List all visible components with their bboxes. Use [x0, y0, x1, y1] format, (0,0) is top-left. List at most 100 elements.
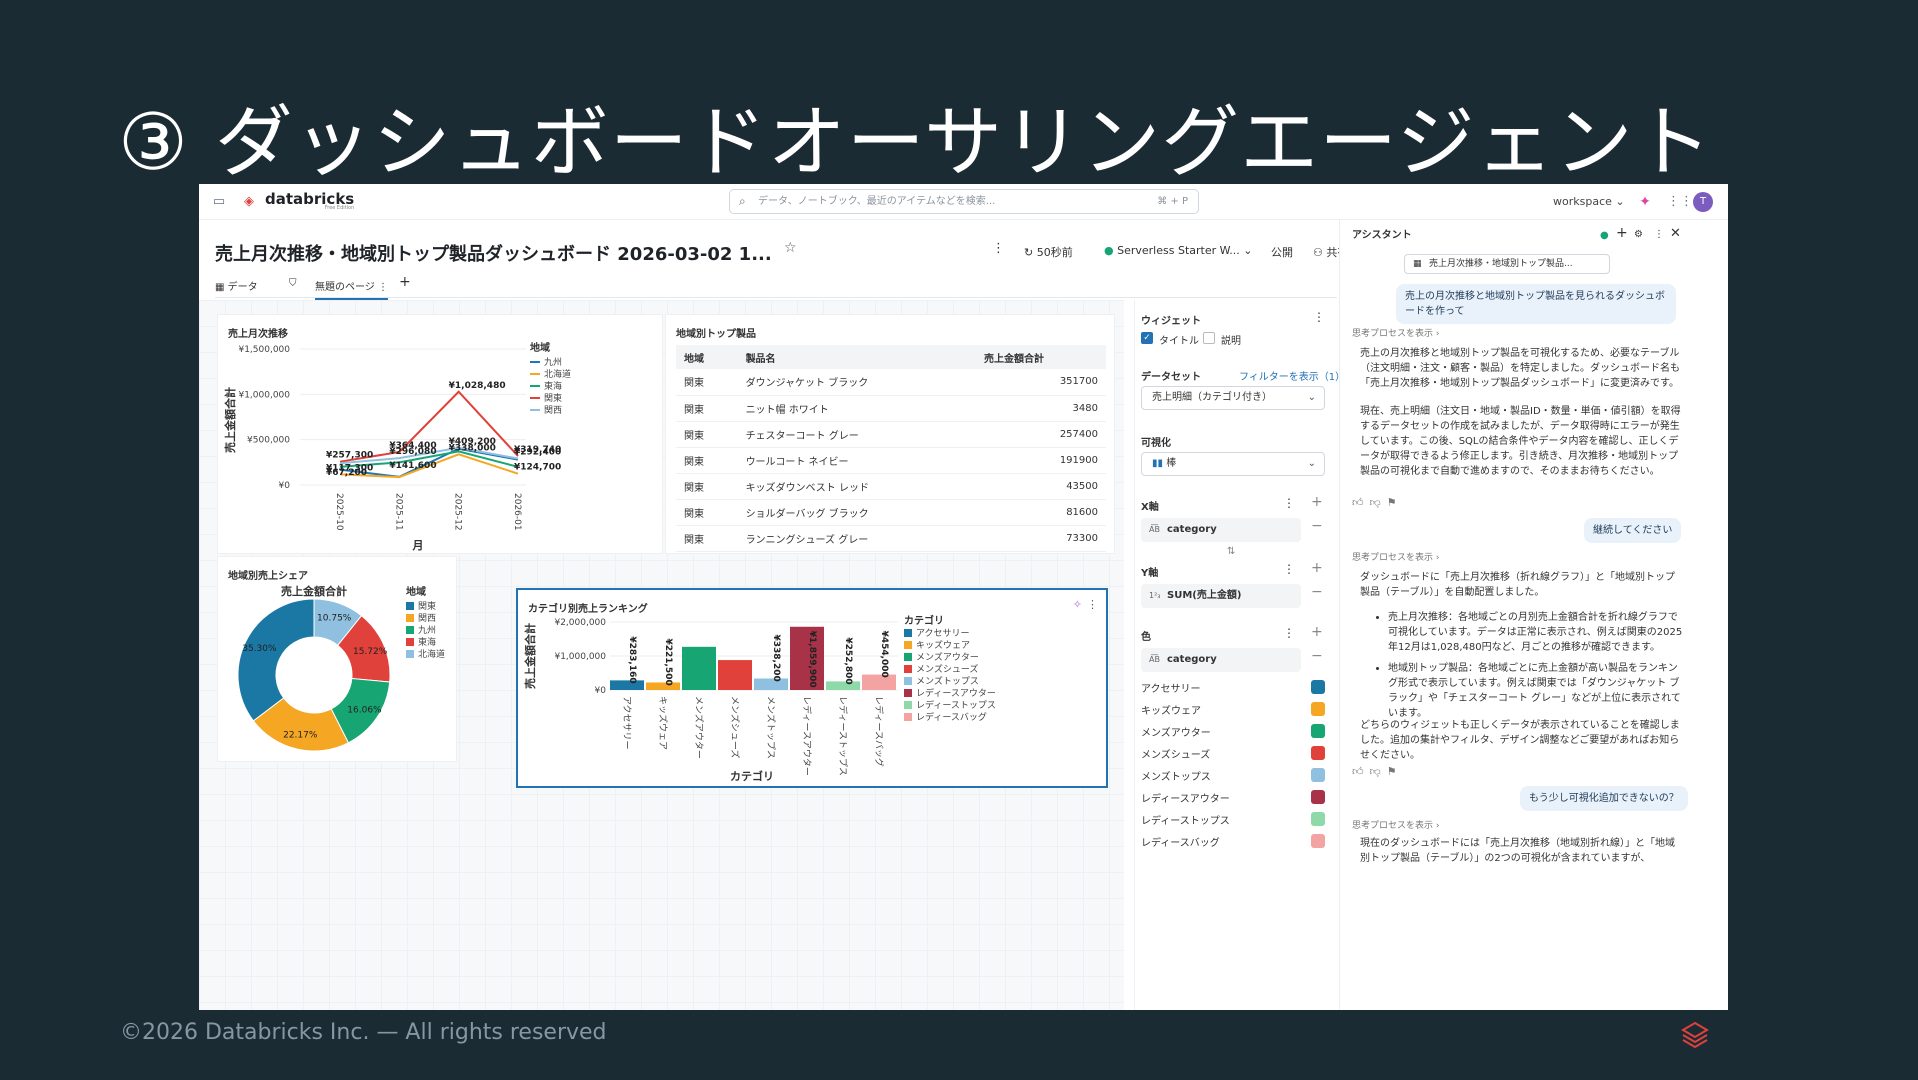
legend-swatch	[904, 665, 912, 673]
color-add-icon[interactable]: +	[1311, 624, 1323, 640]
legend-swatch	[406, 650, 414, 658]
more-menu-icon[interactable]: ⋮	[992, 241, 1005, 256]
settings-gear-icon[interactable]: ⚙	[1634, 227, 1643, 242]
show-filter-link[interactable]: フィルターを表示（1）	[1239, 368, 1345, 383]
brand-logo[interactable]: databricks Free Edition	[265, 190, 354, 211]
legend-swatch	[406, 614, 414, 622]
color-field[interactable]: A͞B category	[1141, 648, 1301, 672]
data-label: ¥67,200	[326, 468, 367, 478]
column-header[interactable]: 地域	[676, 345, 738, 369]
table-row: 関東 ランニングシューズ グレー 73300	[676, 525, 1106, 552]
y-axis-menu-icon[interactable]: ⋮	[1283, 562, 1295, 576]
close-icon[interactable]: ✕	[1670, 226, 1681, 241]
line-chart-widget[interactable]: 売上月次推移 ¥0 ¥500,000 ¥1,000,000 ¥1,500,000 202…	[217, 314, 663, 554]
show-thinking-toggle[interactable]: 思考プロセスを表示 ›	[1352, 326, 1439, 339]
visualization-select[interactable]: ▮▮ 棒 ⌄	[1141, 452, 1325, 476]
table-cell: 関東	[676, 395, 738, 422]
color-swatch[interactable]	[1311, 724, 1325, 738]
dataset-select[interactable]: 売上明細（カテゴリ付き） ⌄	[1141, 386, 1325, 410]
legend-item: 東海	[544, 380, 562, 392]
color-item-label: メンズアウター	[1141, 728, 1211, 739]
user-message: 売上の月次推移と地域別トップ製品を見られるダッシュボードを作って	[1396, 284, 1676, 324]
description-checkbox[interactable]	[1203, 332, 1215, 344]
slide-title: ③ ダッシュボードオーサリングエージェント	[118, 98, 1713, 188]
assistant-sparkle-icon[interactable]: ✦	[1637, 194, 1653, 210]
color-swatch[interactable]	[1311, 790, 1325, 804]
color-swatch[interactable]	[1311, 812, 1325, 826]
color-swatch[interactable]	[1311, 768, 1325, 782]
refresh-button[interactable]: ↻ 50秒前	[1024, 244, 1073, 260]
color-swatch[interactable]	[1311, 702, 1325, 716]
color-remove-icon[interactable]: −	[1311, 648, 1323, 664]
filter-icon[interactable]: ⛉	[289, 278, 297, 289]
avatar[interactable]: T	[1693, 192, 1713, 212]
x-field-label: category	[1167, 524, 1217, 535]
tab-untitled-page[interactable]: 無題のページ ⋮	[315, 278, 388, 300]
search-input[interactable]: ⌕ データ、ノートブック、最近のアイテムなどを検索... ⌘ + P	[729, 189, 1199, 214]
more-menu-icon[interactable]: ⋮	[1654, 227, 1664, 242]
x-axis-field[interactable]: A͞B category	[1141, 518, 1301, 542]
dashboard-canvas: 売上月次推移 ¥0 ¥500,000 ¥1,000,000 ¥1,500,000 202…	[199, 300, 1124, 1010]
column-header[interactable]: 製品名	[737, 345, 976, 369]
color-swatch[interactable]	[1311, 834, 1325, 848]
value-label: ¥1,859,900	[807, 631, 817, 688]
color-swatch[interactable]	[1311, 746, 1325, 760]
table-row: 関東 ニット帽 ホワイト 3480	[676, 395, 1106, 422]
color-item-label: レディースアウター	[1141, 794, 1230, 805]
legend-swatch	[904, 701, 912, 709]
swap-axes-icon[interactable]: ⇅	[1227, 546, 1235, 557]
x-axis-add-icon[interactable]: +	[1311, 494, 1323, 510]
widget-menu-icon[interactable]: ⋮	[1313, 310, 1325, 324]
pie-chart-widget[interactable]: 地域別売上シェア 売上金額合計 10.75% 15.72% 16.06% 22.17% 3…	[217, 556, 457, 762]
table-widget[interactable]: 地域別トップ製品 地域 製品名 売上金額合計 関東 ダウンジャケット ブラック 35170…	[665, 314, 1115, 554]
feedback-buttons[interactable]: 👍︎👎︎⚑	[1352, 765, 1403, 778]
show-thinking-toggle[interactable]: 思考プロセスを表示 ›	[1352, 550, 1439, 563]
title-checkbox[interactable]: ✓	[1141, 332, 1153, 344]
thinking-label: 思考プロセスを表示	[1352, 329, 1434, 339]
y-axis-label: 売上金額合計	[523, 623, 537, 689]
warehouse-selector[interactable]: ● Serverless Starter W... ⌄	[1104, 244, 1252, 257]
table-header-row: 地域 製品名 売上金額合計	[676, 345, 1106, 369]
slice-label: 10.75%	[317, 613, 352, 623]
slice-label: 35.30%	[242, 644, 277, 654]
dashboard-title[interactable]: 売上月次推移・地域別トップ製品ダッシュボード 2026-03-02 1...	[215, 240, 772, 266]
x-tick-label: 2025-10	[334, 493, 344, 531]
sidebar-toggle-icon[interactable]: ▭	[211, 194, 227, 210]
y-axis-field[interactable]: 1²₃ SUM(売上金額)	[1141, 584, 1301, 608]
add-page-icon[interactable]: +	[399, 274, 411, 290]
color-menu-icon[interactable]: ⋮	[1283, 626, 1295, 640]
user-message: 継続してください	[1584, 518, 1682, 543]
y-axis-label: 売上金額合計	[223, 387, 237, 453]
bar-chart-widget[interactable]: カテゴリ別売上ランキング ✧ ⋮ ¥0 ¥1,000,000 ¥2,000,000 ¥…	[516, 588, 1108, 788]
context-chip-label: 売上月次推移・地域別トップ製品...	[1429, 259, 1573, 269]
new-chat-icon[interactable]: +	[1616, 226, 1628, 241]
line-chart: ¥0 ¥500,000 ¥1,000,000 ¥1,500,000 2025-10 202…	[223, 341, 571, 552]
y-axis-add-icon[interactable]: +	[1311, 560, 1323, 576]
x-axis-remove-icon[interactable]: −	[1311, 518, 1323, 534]
bar	[718, 660, 752, 690]
tab-data[interactable]: ▦ データ	[215, 278, 258, 293]
title-checkbox-label: タイトル	[1159, 336, 1199, 347]
string-type-icon: A͞B	[1149, 525, 1160, 534]
workspace-label: workspace	[1553, 195, 1612, 208]
publish-button[interactable]: 公開	[1271, 244, 1293, 260]
favorite-star-icon[interactable]: ☆	[784, 240, 797, 256]
table-cell: 関東	[676, 421, 738, 448]
table-cell: 関東	[676, 369, 738, 396]
tab-data-label: データ	[227, 282, 258, 293]
context-chip[interactable]: ▦ 売上月次推移・地域別トップ製品...	[1404, 254, 1610, 274]
workspace-switcher[interactable]: workspace ⌄	[1553, 195, 1625, 208]
column-header[interactable]: 売上金額合計	[975, 345, 1106, 369]
refresh-icon: ↻	[1024, 246, 1037, 259]
table-row: 関東 ダウンジャケット ブラック 351700	[676, 369, 1106, 396]
y-axis-heading: Y軸	[1141, 568, 1159, 579]
y-axis-remove-icon[interactable]: −	[1311, 584, 1323, 600]
assistant-message: どちらのウィジェットも正しくデータが表示されていることを確認しました。追加の集計…	[1360, 720, 1680, 761]
search-icon: ⌕	[739, 194, 746, 208]
color-swatch[interactable]	[1311, 680, 1325, 694]
show-thinking-toggle[interactable]: 思考プロセスを表示 ›	[1352, 818, 1439, 831]
x-axis-menu-icon[interactable]: ⋮	[1283, 496, 1295, 510]
feedback-buttons[interactable]: 👍︎👎︎⚑	[1352, 496, 1403, 509]
table-row: 関東リュック ネイビー68600	[676, 551, 1106, 553]
apps-grid-icon[interactable]: ⋮⋮	[1667, 194, 1693, 210]
